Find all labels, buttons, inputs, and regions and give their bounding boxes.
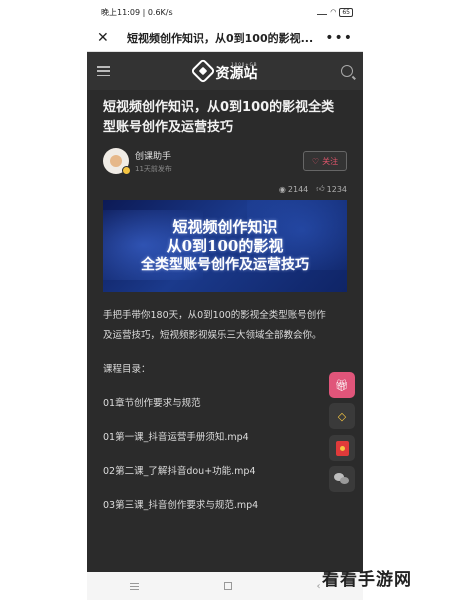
eye-icon: ◉	[278, 184, 286, 194]
author-info: 创课助手 11天前发布	[135, 149, 303, 174]
site-logo[interactable]: 1000+GB 资源站	[189, 58, 258, 84]
back-icon[interactable]: ‹	[317, 581, 321, 592]
page: 晚上11:09 | 0.6K/s ◠ 65 ✕ 短视频创作知识，从0到100的影…	[0, 0, 450, 600]
avatar[interactable]	[103, 148, 131, 175]
catalog-item: 03第三课_抖音创作要求与规范.mp4	[103, 500, 259, 511]
status-time: 晚上11:09 | 0.6K/s	[101, 7, 173, 17]
logo-mark-icon	[189, 58, 216, 84]
gift-button[interactable]: 🎁︎	[329, 372, 355, 398]
catalog-item: 02第二课_了解抖音dou+功能.mp4	[103, 466, 256, 477]
diamond-icon: ◇	[337, 409, 347, 423]
site-header: 1000+GB 资源站	[87, 52, 363, 90]
wifi-icon: ◠	[330, 8, 337, 16]
follow-label: 关注	[322, 156, 339, 166]
verified-badge-icon	[122, 166, 131, 175]
author-name[interactable]: 创课助手	[135, 149, 303, 162]
banner-line-3: 全类型账号创作及运营技巧	[141, 256, 309, 273]
wechat-icon	[334, 473, 350, 485]
more-icon[interactable]: •••	[325, 30, 353, 46]
views-stat: ◉ 2144	[279, 184, 308, 194]
battery-icon: 65	[339, 7, 353, 17]
close-icon[interactable]: ✕	[97, 30, 115, 46]
publish-time: 11天前发布	[135, 164, 172, 173]
avatar-face	[110, 155, 122, 167]
catalog-item: 01章节创作要求与规范	[103, 398, 201, 409]
views-count: 2144	[287, 184, 309, 194]
likes-count: 1234	[326, 184, 347, 194]
article-body: 手把手带你180天，从0到100的影视全类型账号创作及运营技巧，短视频影视娱乐三…	[103, 306, 347, 516]
page-title: 短视频创作知识，从0到100的影视...	[127, 31, 314, 45]
gift-icon: 🎁︎	[335, 378, 349, 392]
title-bar: ✕ 短视频创作知识，从0到100的影视... •••	[87, 24, 363, 52]
banner-line-1: 短视频创作知识	[172, 217, 278, 236]
signal-icon	[317, 9, 328, 15]
likes-stat[interactable]: 👍︎ 1234	[316, 184, 347, 194]
status-icons: ◠ 65	[317, 7, 353, 17]
intro-paragraph: 手把手带你180天，从0到100的影视全类型账号创作及运营技巧，短视频影视娱乐三…	[103, 310, 326, 341]
thumbs-up-icon: 👍︎	[316, 184, 325, 193]
catalog-heading: 课程目录：	[103, 364, 151, 375]
recent-apps-icon[interactable]	[129, 582, 139, 590]
catalog-item: 01第一课_抖音运营手册须知.mp4	[103, 432, 249, 443]
status-bar: 晚上11:09 | 0.6K/s ◠ 65	[87, 0, 363, 24]
heart-icon: ♡	[311, 156, 320, 166]
menu-icon[interactable]	[97, 66, 110, 76]
article-banner-image: 短视频创作知识 从0到100的影视 全类型账号创作及运营技巧	[103, 200, 347, 292]
watermark: 看看手游网	[322, 570, 412, 590]
banner-line-2: 从0到100的影视	[166, 236, 284, 255]
red-envelope-icon	[335, 440, 349, 456]
phone-screen: 晚上11:09 | 0.6K/s ◠ 65 ✕ 短视频创作知识，从0到100的影…	[87, 0, 363, 600]
article-title: 短视频创作知识，从0到100的影视全类型账号创作及运营技巧	[103, 100, 335, 135]
red-envelope-button[interactable]	[329, 435, 355, 461]
article: 短视频创作知识，从0到100的影视全类型账号创作及运营技巧 创课助手 11天前发…	[87, 98, 363, 516]
wechat-button[interactable]	[329, 466, 355, 492]
follow-button[interactable]: ♡ 关注	[303, 151, 347, 171]
author-row: 创课助手 11天前发布 ♡ 关注	[103, 148, 347, 175]
diamond-button[interactable]: ◇	[329, 403, 355, 429]
logo-text: 资源站	[215, 65, 258, 82]
stats-row: ◉ 2144 👍︎ 1234	[103, 184, 347, 194]
home-icon[interactable]	[223, 582, 232, 590]
search-icon[interactable]	[341, 65, 353, 77]
